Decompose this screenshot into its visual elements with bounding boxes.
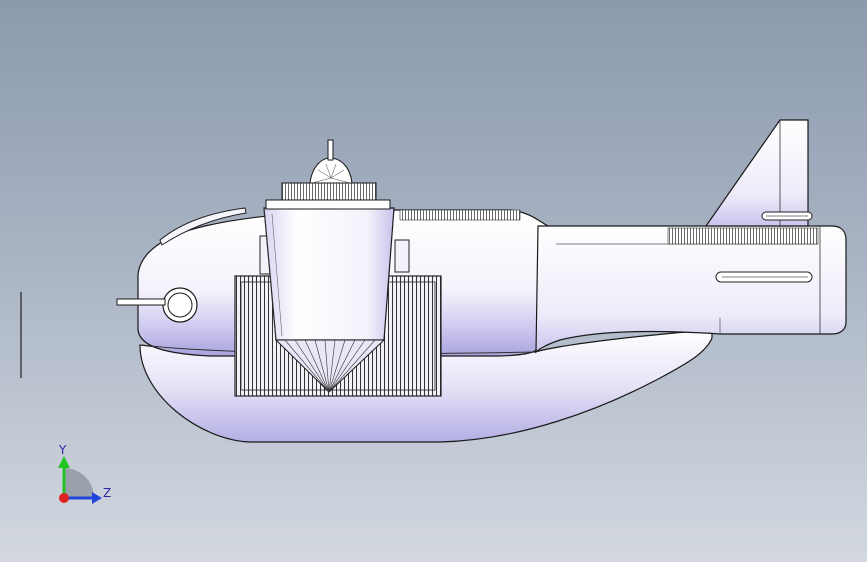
- tail-ribs: [667, 227, 819, 245]
- hull-top-ribs: [399, 209, 521, 221]
- tower-bracket: [394, 239, 410, 273]
- tail-fin: [704, 119, 809, 227]
- tower-top-plate: [265, 199, 391, 210]
- tower-gear-ring: [281, 182, 377, 201]
- periscope-dome: [309, 157, 353, 184]
- graphics-viewport[interactable]: Y Z: [0, 0, 867, 562]
- nose-probe: [116, 298, 166, 306]
- conning-tower: [263, 207, 395, 341]
- axis-z-label: Z: [103, 486, 112, 500]
- periscope-mast: [327, 139, 334, 161]
- submarine-model[interactable]: [0, 0, 867, 562]
- axis-y-label: Y: [59, 443, 67, 457]
